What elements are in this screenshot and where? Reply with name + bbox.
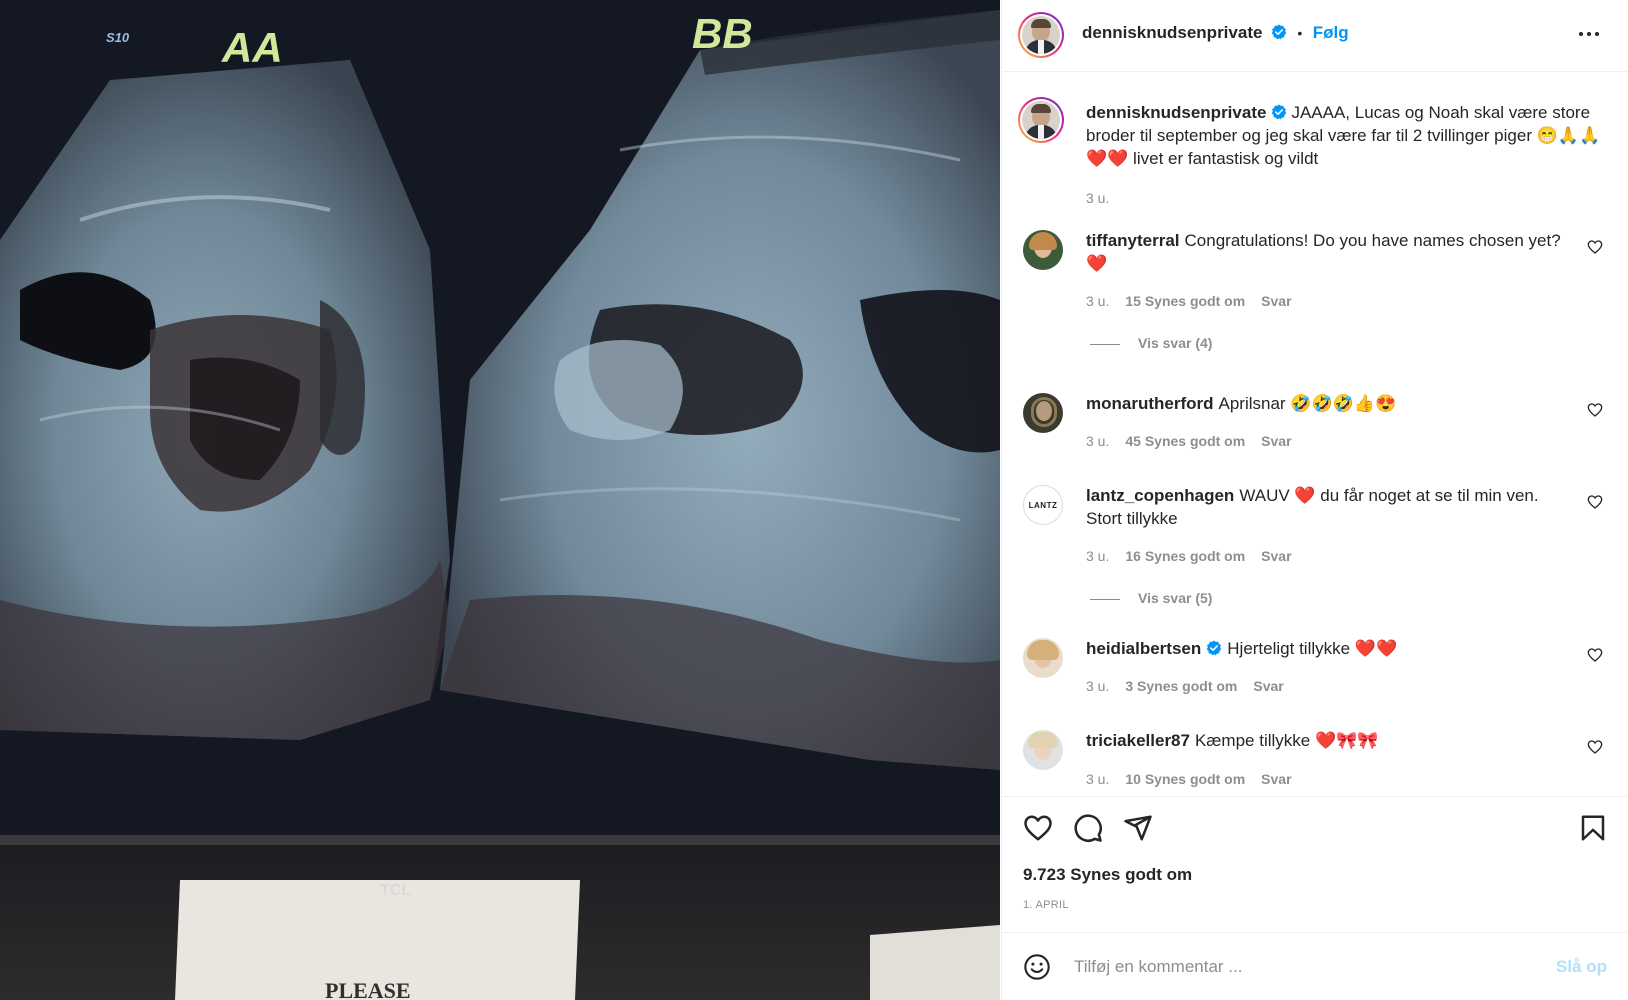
comment-meta: 3 u. 3 Synes godt om Svar — [1086, 678, 1300, 694]
comment-avatar[interactable] — [1023, 393, 1063, 433]
comment-reply-button[interactable]: Svar — [1253, 678, 1283, 694]
comments-list[interactable]: dennisknudsenprivate JAAAA, Lucas og Noah… — [1002, 73, 1627, 796]
verified-badge-icon — [1271, 24, 1287, 40]
post-comment-button[interactable]: Slå op — [1556, 957, 1607, 977]
like-heart-icon[interactable] — [1023, 813, 1053, 843]
comment-text: monarutherford Aprilsnar 🤣🤣🤣👍😍 — [1086, 392, 1566, 415]
comment-time[interactable]: 3 u. — [1086, 678, 1109, 694]
comment-body: Kæmpe tillykke ❤️🎀🎀 — [1194, 731, 1379, 750]
comment-time[interactable]: 3 u. — [1086, 293, 1109, 309]
comment-time[interactable]: 3 u. — [1086, 548, 1109, 564]
comment-composer: Slå op — [1002, 932, 1627, 1000]
comment-meta: 3 u. 15 Synes godt om Svar — [1086, 293, 1308, 309]
post-date[interactable]: 1. APRIL — [1023, 899, 1069, 911]
comment-likes[interactable]: 10 Synes godt om — [1125, 771, 1245, 787]
replies-divider — [1090, 598, 1120, 600]
sign-text: PLEASE — [325, 978, 411, 1000]
author-avatar[interactable] — [1018, 12, 1064, 58]
comment-like-icon[interactable] — [1587, 402, 1603, 418]
share-send-icon[interactable] — [1123, 813, 1153, 843]
caption-username[interactable]: dennisknudsenprivate — [1086, 103, 1266, 122]
caption-meta: 3 u. — [1086, 190, 1125, 206]
comment-meta: 3 u. 45 Synes godt om Svar — [1086, 433, 1308, 449]
view-replies-label: Vis svar (5) — [1138, 590, 1213, 606]
comment-username[interactable]: tiffanyterral — [1086, 231, 1180, 250]
scan-label-bb: BB — [692, 10, 753, 57]
header-separator: • — [1297, 25, 1303, 41]
comment-likes[interactable]: 16 Synes godt om — [1125, 548, 1245, 564]
comment-username[interactable]: monarutherford — [1086, 394, 1214, 413]
caption-avatar[interactable] — [1018, 97, 1064, 143]
comment-reply-button[interactable]: Svar — [1261, 293, 1291, 309]
comment-reply-button[interactable]: Svar — [1261, 433, 1291, 449]
comment-reply-button[interactable]: Svar — [1261, 548, 1291, 564]
comment-time[interactable]: 3 u. — [1086, 433, 1109, 449]
comment-like-icon[interactable] — [1587, 239, 1603, 255]
comment-meta: 3 u. 10 Synes godt om Svar — [1086, 771, 1308, 787]
add-comment-input[interactable] — [1072, 949, 1516, 985]
comment-like-icon[interactable] — [1587, 739, 1603, 755]
comment-body: Aprilsnar 🤣🤣🤣👍😍 — [1218, 394, 1397, 413]
comment-avatar[interactable]: LANTZ — [1023, 485, 1063, 525]
comment-text: heidialbertsen Hjerteligt tillykke ❤️❤️ — [1086, 637, 1566, 660]
comment-likes[interactable]: 45 Synes godt om — [1125, 433, 1245, 449]
comment-avatar[interactable] — [1023, 638, 1063, 678]
bookmark-icon[interactable] — [1578, 813, 1608, 843]
comment-username[interactable]: heidialbertsen — [1086, 639, 1201, 658]
caption-text: dennisknudsenprivate JAAAA, Lucas og Noah… — [1086, 101, 1606, 170]
more-options-icon[interactable] — [1577, 22, 1601, 46]
comment-avatar[interactable] — [1023, 730, 1063, 770]
post-media-image[interactable]: AA BB S10 TCL PLEASE — [0, 0, 1000, 1000]
post-actions: 9.723 Synes godt om 1. APRIL — [1002, 796, 1627, 940]
ultrasound-photo: AA BB S10 TCL PLEASE — [0, 0, 1000, 1000]
comment-time[interactable]: 3 u. — [1086, 771, 1109, 787]
emoji-icon[interactable] — [1023, 953, 1051, 981]
comment-username[interactable]: triciakeller87 — [1086, 731, 1190, 750]
comment-meta: 3 u. 16 Synes godt om Svar — [1086, 548, 1308, 564]
scan-label-aa: AA — [221, 24, 283, 71]
comment-likes[interactable]: 15 Synes godt om — [1125, 293, 1245, 309]
comment-text: triciakeller87 Kæmpe tillykke ❤️🎀🎀 — [1086, 729, 1566, 752]
post-header: dennisknudsenprivate • Følg — [1002, 0, 1627, 72]
comment-text: lantz_copenhagen WAUV ❤️ du får noget at … — [1086, 484, 1566, 530]
comment-likes[interactable]: 3 Synes godt om — [1125, 678, 1237, 694]
header-username[interactable]: dennisknudsenprivate — [1082, 23, 1262, 42]
tv-brand-logo: TCL — [380, 882, 411, 899]
verified-badge-icon — [1272, 104, 1287, 120]
verified-badge-icon — [1207, 640, 1222, 656]
follow-button[interactable]: Følg — [1313, 23, 1349, 42]
author-avatar-photo — [1022, 16, 1060, 54]
comment-like-icon[interactable] — [1587, 647, 1603, 663]
caption-time[interactable]: 3 u. — [1086, 190, 1109, 206]
scan-small-label: S10 — [106, 30, 130, 45]
caption-avatar-photo — [1022, 101, 1060, 139]
view-replies-button[interactable]: Vis svar (4) — [1090, 335, 1212, 351]
comment-body: Hjerteligt tillykke ❤️❤️ — [1227, 639, 1398, 658]
comment-like-icon[interactable] — [1587, 494, 1603, 510]
view-replies-button[interactable]: Vis svar (5) — [1090, 590, 1212, 606]
post-panel: dennisknudsenprivate • Følg dennisknudse… — [1001, 0, 1627, 1000]
lantz-logo: LANTZ — [1028, 500, 1058, 510]
comment-username[interactable]: lantz_copenhagen — [1086, 486, 1234, 505]
view-replies-label: Vis svar (4) — [1138, 335, 1213, 351]
comment-avatar[interactable] — [1023, 230, 1063, 270]
comment-bubble-icon[interactable] — [1073, 813, 1103, 843]
replies-divider — [1090, 343, 1120, 345]
comment-reply-button[interactable]: Svar — [1261, 771, 1291, 787]
comment-text: tiffanyterral Congratulations! Do you hav… — [1086, 229, 1566, 275]
likes-count[interactable]: 9.723 Synes godt om — [1023, 865, 1192, 885]
